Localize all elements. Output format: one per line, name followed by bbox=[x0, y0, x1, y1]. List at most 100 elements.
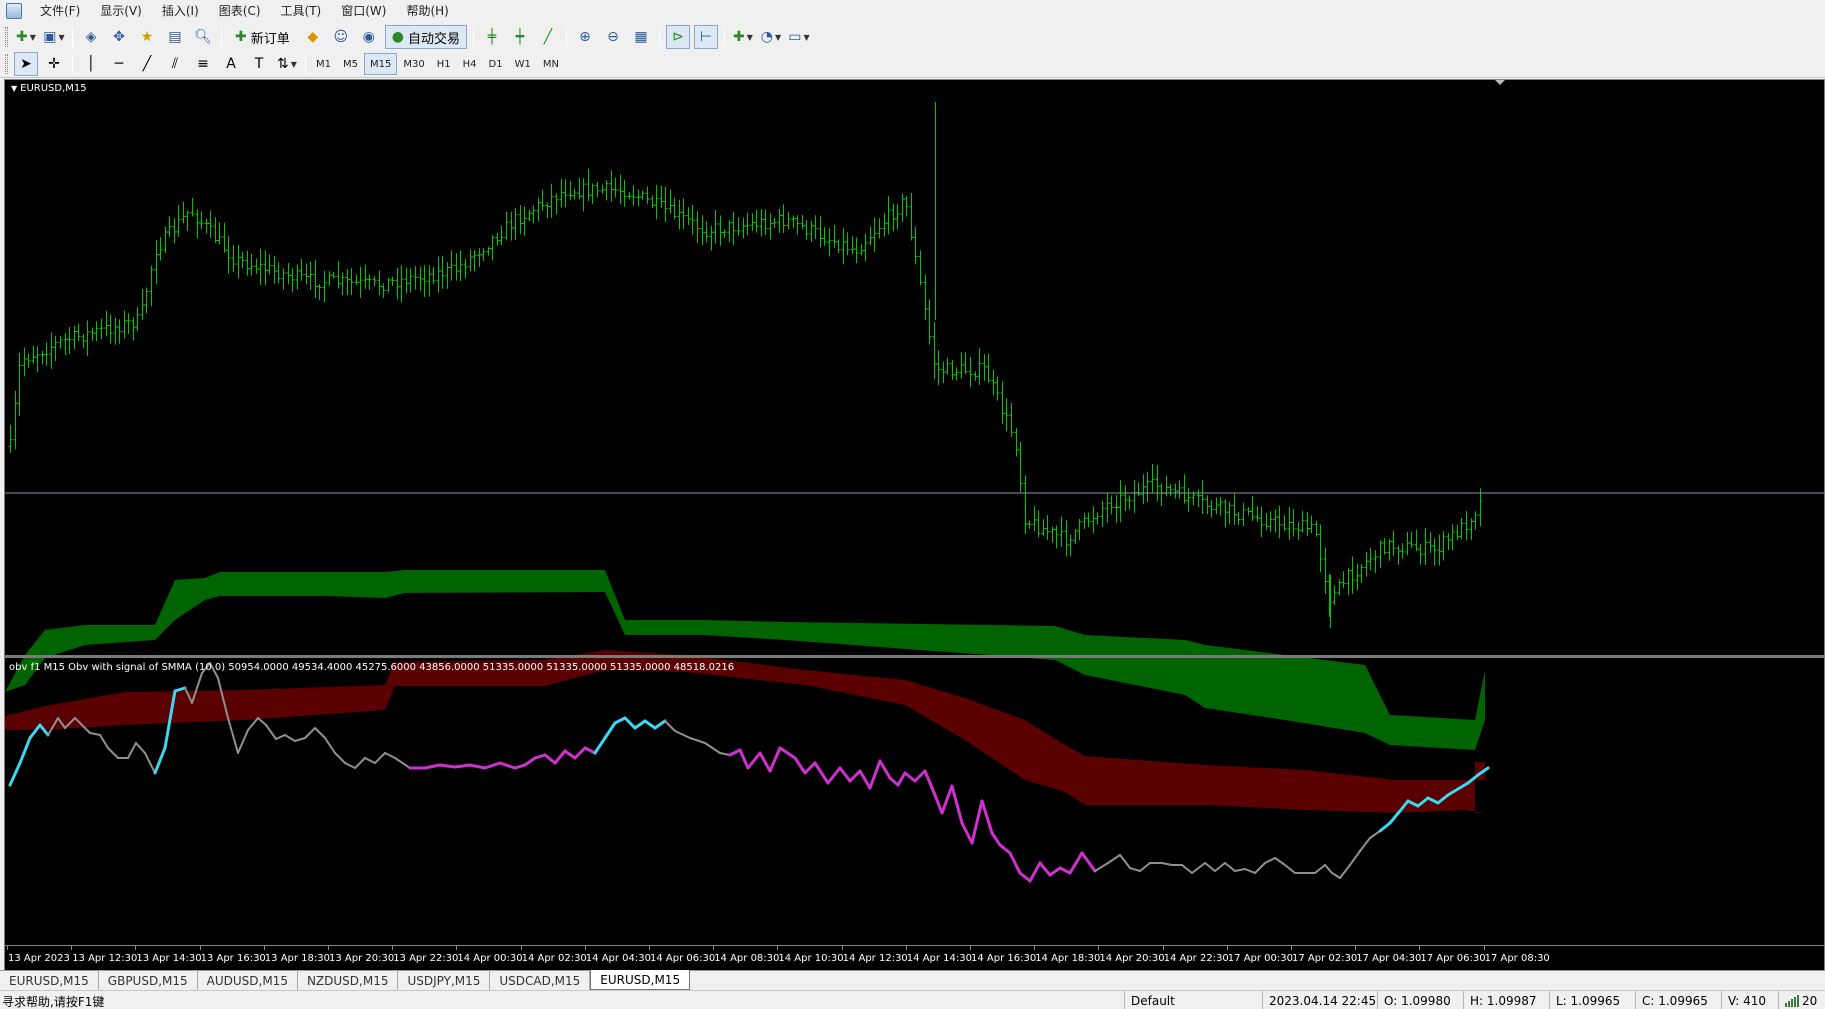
chart-canvas[interactable] bbox=[5, 80, 1824, 973]
text-label-icon[interactable]: T bbox=[247, 52, 271, 76]
menu-window[interactable]: 窗口(W) bbox=[331, 0, 396, 22]
price-bar bbox=[1068, 534, 1073, 557]
menu-file[interactable]: 文件(F) bbox=[30, 0, 90, 22]
app-icon[interactable] bbox=[6, 3, 22, 19]
obv-segment bbox=[653, 719, 667, 730]
zoom-in-icon[interactable]: ⊕ bbox=[573, 25, 597, 49]
tile-windows-icon[interactable]: ▦ bbox=[629, 25, 653, 49]
community-icon[interactable]: ☺ bbox=[329, 25, 353, 49]
fibonacci-icon[interactable]: ≡ bbox=[191, 52, 215, 76]
menu-charts[interactable]: 图表(C) bbox=[209, 0, 271, 22]
line-chart-icon[interactable]: ╱ bbox=[536, 25, 560, 49]
new-order-button[interactable]: ✚ 新订单 bbox=[228, 25, 297, 49]
profiles-button[interactable]: ▣ ▼ bbox=[42, 25, 66, 49]
price-bar bbox=[263, 250, 268, 286]
toolbar-grip[interactable] bbox=[5, 54, 8, 74]
obv-segment bbox=[1264, 857, 1276, 864]
new-chart-button[interactable]: ✚ ▼ bbox=[14, 25, 38, 49]
cursor-icon[interactable]: ➤ bbox=[14, 52, 38, 76]
time-tick bbox=[199, 946, 201, 950]
obv-segment bbox=[826, 766, 842, 785]
timeframe-h1[interactable]: H1 bbox=[431, 53, 457, 75]
obv-segment bbox=[1080, 851, 1097, 873]
channel-icon[interactable]: ⫽ bbox=[163, 52, 187, 76]
metaeditor-icon[interactable]: ◆ bbox=[301, 25, 325, 49]
timeframe-m30[interactable]: M30 bbox=[397, 53, 430, 75]
crosshair-icon[interactable]: ✛ bbox=[42, 52, 66, 76]
obv-segment bbox=[1349, 850, 1361, 866]
obv-segment bbox=[813, 761, 830, 785]
trendline-icon[interactable]: ╱ bbox=[135, 52, 159, 76]
price-bar bbox=[163, 226, 168, 253]
price-bar bbox=[367, 274, 372, 290]
data-window-icon[interactable]: ✥ bbox=[107, 25, 131, 49]
timeframe-m15[interactable]: M15 bbox=[364, 53, 398, 75]
text-icon[interactable]: A bbox=[219, 52, 243, 76]
menu-view[interactable]: 显示(V) bbox=[90, 0, 152, 22]
menu-insert[interactable]: 插入(I) bbox=[152, 0, 209, 22]
navigator-icon[interactable]: ★ bbox=[135, 25, 159, 49]
vertical-line-icon[interactable]: │ bbox=[79, 52, 103, 76]
obv-segment bbox=[990, 831, 1002, 847]
bar-chart-icon[interactable]: ╪ bbox=[480, 25, 504, 49]
zoom-out-icon[interactable]: ⊖ bbox=[601, 25, 625, 49]
auto-scroll-icon[interactable]: ⊳ bbox=[665, 25, 690, 49]
toolbar-grip[interactable] bbox=[5, 27, 8, 47]
price-bar bbox=[317, 284, 322, 301]
obv-segment bbox=[374, 752, 386, 764]
time-tick bbox=[263, 946, 265, 950]
price-bar bbox=[722, 229, 727, 238]
menu-help[interactable]: 帮助(H) bbox=[396, 0, 458, 22]
templates-button[interactable]: ▭ ▼ bbox=[787, 25, 811, 49]
price-bar bbox=[995, 376, 1000, 401]
market-watch-icon[interactable]: ◈ bbox=[79, 25, 103, 49]
menu-tools[interactable]: 工具(T) bbox=[271, 0, 332, 22]
price-bar bbox=[786, 211, 791, 230]
chart-tab-eurusd-m15[interactable]: EURUSD,M15 bbox=[0, 971, 99, 990]
timeframe-d1[interactable]: D1 bbox=[483, 53, 509, 75]
price-bar bbox=[1409, 531, 1414, 548]
indicator-pane-separator[interactable] bbox=[5, 655, 1824, 658]
candlestick-icon[interactable]: ┿ bbox=[508, 25, 532, 49]
obv-segment bbox=[704, 742, 721, 754]
price-bar bbox=[72, 325, 77, 350]
terminal-icon[interactable]: ▤ bbox=[163, 25, 187, 49]
status-profile[interactable]: Default bbox=[1124, 991, 1262, 1009]
status-connection[interactable]: 20 bbox=[1778, 991, 1825, 1009]
timeframe-m1[interactable]: M1 bbox=[310, 53, 337, 75]
price-bar bbox=[313, 259, 318, 299]
new-order-label: 新订单 bbox=[250, 31, 290, 47]
price-bar bbox=[231, 245, 236, 272]
timeframe-m5[interactable]: M5 bbox=[337, 53, 364, 75]
signals-icon[interactable]: ◉ bbox=[357, 25, 381, 49]
auto-trading-button[interactable]: ● 自动交易 bbox=[384, 25, 467, 49]
chart-tab-eurusd-m15[interactable]: EURUSD,M15 bbox=[590, 970, 691, 990]
price-bar bbox=[172, 217, 177, 244]
price-bar bbox=[741, 217, 746, 239]
obv-segment bbox=[768, 746, 782, 773]
chart-tab-usdcad-m15[interactable]: USDCAD,M15 bbox=[490, 971, 591, 990]
strategy-tester-icon[interactable]: 🔍︎ bbox=[191, 25, 215, 49]
price-bar bbox=[645, 186, 650, 204]
chart-tab-nzdusd-m15[interactable]: NZDUSD,M15 bbox=[298, 971, 399, 990]
chart-tab-gbpusd-m15[interactable]: GBPUSD,M15 bbox=[99, 971, 198, 990]
timeframe-w1[interactable]: W1 bbox=[509, 53, 537, 75]
standard-toolbar: ✚ ▼ ▣ ▼ ◈ ✥ ★ ▤ 🔍︎ ✚ 新订单 ◆ ☺ ◉ ● 自动交易 ╪ ┿ ╱ … bbox=[0, 23, 1825, 51]
timeframe-h4[interactable]: H4 bbox=[457, 53, 483, 75]
horizontal-line-icon[interactable]: ─ bbox=[107, 52, 131, 76]
status-volume: V: 410 bbox=[1721, 991, 1778, 1009]
periods-button[interactable]: ◔ ▼ bbox=[759, 25, 783, 49]
price-bar bbox=[1059, 516, 1064, 547]
obv-segment bbox=[513, 763, 527, 770]
arrows-button[interactable]: ⇅ ▼ bbox=[275, 52, 299, 76]
time-axis: 13 Apr 2023 13 Apr 12:30 13 Apr 14:30 13 Ap… bbox=[5, 945, 1824, 973]
timeframe-mn[interactable]: MN bbox=[537, 53, 565, 75]
chart-tab-usdjpy-m15[interactable]: USDJPY,M15 bbox=[398, 971, 491, 990]
chart-shift-icon[interactable]: ⊢ bbox=[693, 25, 718, 49]
price-bar bbox=[1177, 480, 1182, 499]
chart-window[interactable]: ▼ EURUSD,M15 obv f1 M15 Obv with signal o… bbox=[4, 79, 1825, 974]
indicators-button[interactable]: ✚ ▼ bbox=[731, 25, 755, 49]
chart-shift-marker[interactable] bbox=[1495, 80, 1505, 85]
obv-segment bbox=[1008, 851, 1022, 875]
chart-tab-audusd-m15[interactable]: AUDUSD,M15 bbox=[198, 971, 298, 990]
